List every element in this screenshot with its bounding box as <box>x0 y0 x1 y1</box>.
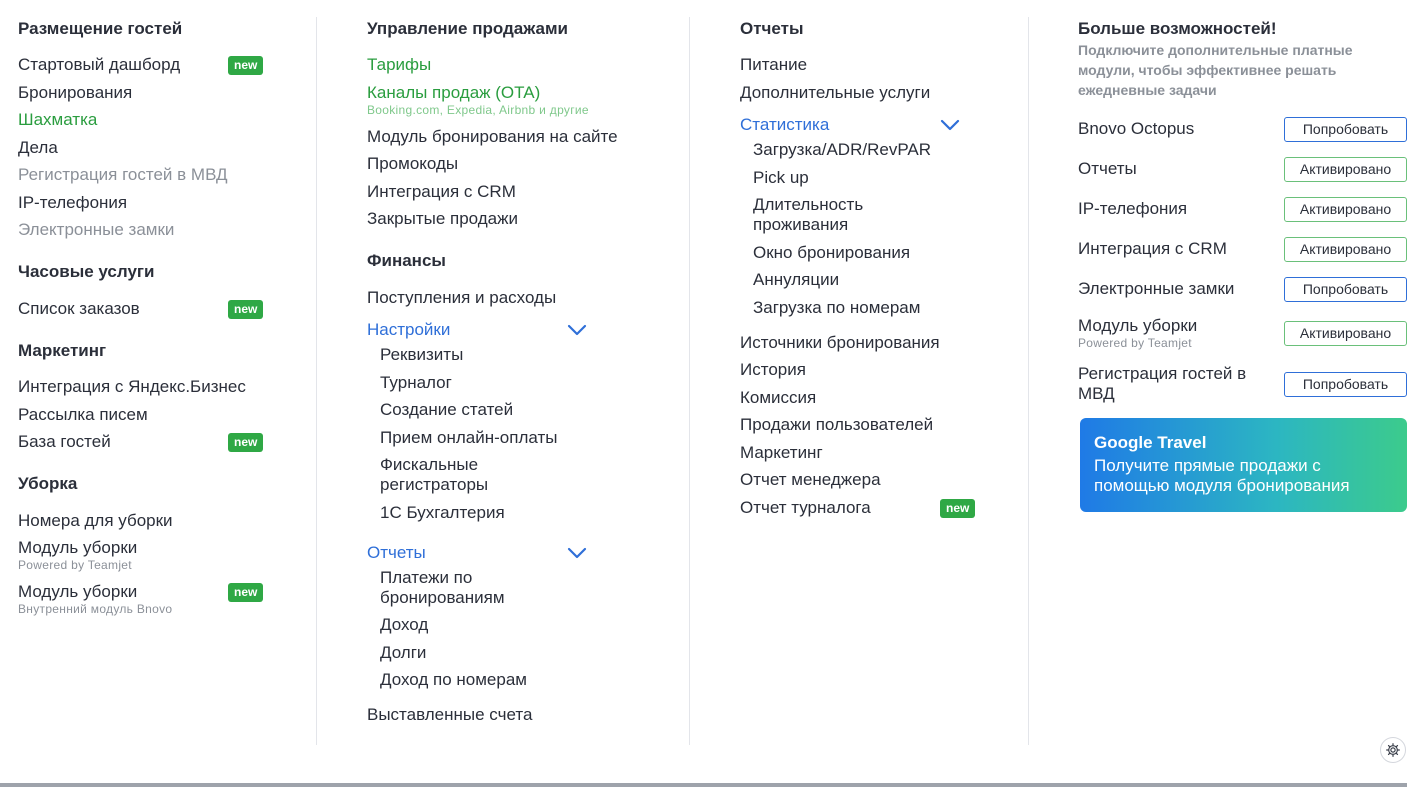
module-name: Интеграция с CRM <box>1078 239 1227 258</box>
column-divider <box>1028 17 1029 745</box>
menu-item-income[interactable]: Доход <box>380 615 428 635</box>
menu-item-fiscal-registers[interactable]: Фискальные регистраторы <box>380 455 510 495</box>
activated-button[interactable]: Активировано <box>1284 157 1407 182</box>
module-name: Модуль уборки <box>1078 316 1198 335</box>
settings-button[interactable] <box>1380 737 1406 763</box>
menu-item-pickup[interactable]: Pick up <box>753 168 809 188</box>
new-badge: new <box>228 300 264 319</box>
section-title-cleaning: Уборка <box>18 474 78 493</box>
menu-item-ota-channels[interactable]: Каналы продаж (OTA) <box>367 83 540 103</box>
new-badge: new <box>228 56 264 75</box>
section-title-finance: Финансы <box>367 251 446 270</box>
menu-item-statistics-group[interactable]: Статистика <box>740 115 829 135</box>
menu-item-chessboard[interactable]: Шахматка <box>18 110 97 130</box>
menu-item-cleaning-module-teamjet[interactable]: Модуль уборки <box>18 538 137 558</box>
bottom-border <box>0 783 1407 787</box>
menu-item-bookings[interactable]: Бронирования <box>18 83 132 103</box>
menu-item-booking-window[interactable]: Окно бронирования <box>753 243 910 263</box>
menu-item-invoices[interactable]: Выставленные счета <box>367 705 532 725</box>
menu-item-tariffs[interactable]: Тарифы <box>367 55 431 75</box>
menu-item-booking-payments[interactable]: Платежи по бронированиям <box>380 568 540 608</box>
activated-button[interactable]: Активировано <box>1284 321 1407 346</box>
menu-item-mvd-registration[interactable]: Регистрация гостей в МВД <box>18 165 228 185</box>
column-divider <box>689 17 690 745</box>
section-title-marketing: Маркетинг <box>18 341 107 360</box>
menu-item-finance-reports-group[interactable]: Отчеты <box>367 543 426 563</box>
banner-title: Google Travel <box>1094 433 1207 452</box>
google-travel-banner[interactable]: Google Travel Получите прямые продажи с … <box>1080 418 1407 512</box>
chevron-down-icon[interactable] <box>567 323 587 337</box>
try-button[interactable]: Попробовать <box>1284 117 1407 142</box>
menu-item-income-expenses[interactable]: Поступления и расходы <box>367 288 556 308</box>
try-button[interactable]: Попробовать <box>1284 372 1407 397</box>
menu-item-extra-services[interactable]: Дополнительные услуги <box>740 83 930 103</box>
section-title-reports: Отчеты <box>740 19 804 38</box>
banner-text: Получите прямые продажи с помощью модуля… <box>1094 456 1350 495</box>
menu-item-promocodes[interactable]: Промокоды <box>367 154 458 174</box>
menu-item-occupancy-by-rooms[interactable]: Загрузка по номерам <box>753 298 920 318</box>
menu-item-marketing-report[interactable]: Маркетинг <box>740 443 823 463</box>
menu-item-crm-integration[interactable]: Интеграция с CRM <box>367 182 516 202</box>
menu-item-manager-report[interactable]: Отчет менеджера <box>740 470 881 490</box>
menu-item-create-articles[interactable]: Создание статей <box>380 400 513 420</box>
try-button[interactable]: Попробовать <box>1284 277 1407 302</box>
menu-item-history[interactable]: История <box>740 360 806 380</box>
module-name: IP-телефония <box>1078 199 1188 218</box>
section-title-sales: Управление продажами <box>367 19 568 38</box>
menu-item-booking-module[interactable]: Модуль бронирования на сайте <box>367 127 618 147</box>
menu-item-subtitle: Внутренний модуль Bnovo <box>18 602 173 616</box>
menu-item-occupancy-adr[interactable]: Загрузка/ADR/RevPAR <box>753 140 931 160</box>
new-badge: new <box>228 583 264 602</box>
section-title-accommodation: Размещение гостей <box>18 19 183 38</box>
menu-item-turnalog-report[interactable]: Отчет турналога <box>740 498 871 518</box>
module-subtitle: Powered by Teamjet <box>1078 336 1192 350</box>
menu-item-mailing[interactable]: Рассылка писем <box>18 405 148 425</box>
menu-item-subtitle: Powered by Teamjet <box>18 558 132 572</box>
activated-button[interactable]: Активировано <box>1284 237 1407 262</box>
menu-item-booking-sources[interactable]: Источники бронирования <box>740 333 940 353</box>
menu-item-ip-telephony[interactable]: IP-телефония <box>18 193 127 213</box>
chevron-down-icon[interactable] <box>940 118 960 132</box>
menu-item-cleaning-module-internal[interactable]: Модуль уборки <box>18 582 137 602</box>
menu-item-stay-length[interactable]: Длительность проживания <box>753 195 893 235</box>
menu-item-user-sales[interactable]: Продажи пользователей <box>740 415 933 435</box>
menu-item-orders-list[interactable]: Список заказов <box>18 299 140 319</box>
menu-item-closed-sales[interactable]: Закрытые продажи <box>367 209 518 229</box>
section-title-hourly: Часовые услуги <box>18 262 155 281</box>
promo-subtitle: Подключите дополнительные платные модули… <box>1078 42 1353 98</box>
menu-item-cleaning-rooms[interactable]: Номера для уборки <box>18 511 173 531</box>
menu-item-commission[interactable]: Комиссия <box>740 388 816 408</box>
menu-item-yandex-business[interactable]: Интеграция с Яндекс.Бизнес <box>18 377 246 397</box>
module-name: Регистрация гостей в МВД <box>1078 364 1247 403</box>
module-name: Bnovo Octopus <box>1078 119 1195 138</box>
column-divider <box>316 17 317 745</box>
chevron-down-icon[interactable] <box>567 546 587 560</box>
menu-item-electronic-locks[interactable]: Электронные замки <box>18 220 174 240</box>
menu-item-settings-group[interactable]: Настройки <box>367 320 450 340</box>
menu-item-meals[interactable]: Питание <box>740 55 807 75</box>
menu-item-cancellations[interactable]: Аннуляции <box>753 270 839 290</box>
menu-item-requisites[interactable]: Реквизиты <box>380 345 463 365</box>
menu-item-turnalog[interactable]: Турналог <box>380 373 452 393</box>
new-badge: new <box>228 433 264 452</box>
menu-item-debts[interactable]: Долги <box>380 643 426 663</box>
module-name: Электронные замки <box>1078 279 1235 298</box>
promo-title: Больше возможностей! <box>1078 19 1277 38</box>
activated-button[interactable]: Активировано <box>1284 197 1407 222</box>
menu-item-subtitle: Booking.com, Expedia, Airbnb и другие <box>367 103 589 117</box>
gear-icon <box>1386 743 1400 757</box>
new-badge: new <box>940 499 976 518</box>
menu-item-income-by-rooms[interactable]: Доход по номерам <box>380 670 527 690</box>
module-name: Отчеты <box>1078 159 1137 178</box>
menu-item-1c-accounting[interactable]: 1С Бухгалтерия <box>380 503 505 523</box>
menu-item-online-payment[interactable]: Прием онлайн-оплаты <box>380 428 557 448</box>
menu-item-tasks[interactable]: Дела <box>18 138 58 158</box>
menu-item-start-dashboard[interactable]: Стартовый дашборд <box>18 55 180 75</box>
menu-item-guest-base[interactable]: База гостей <box>18 432 111 452</box>
